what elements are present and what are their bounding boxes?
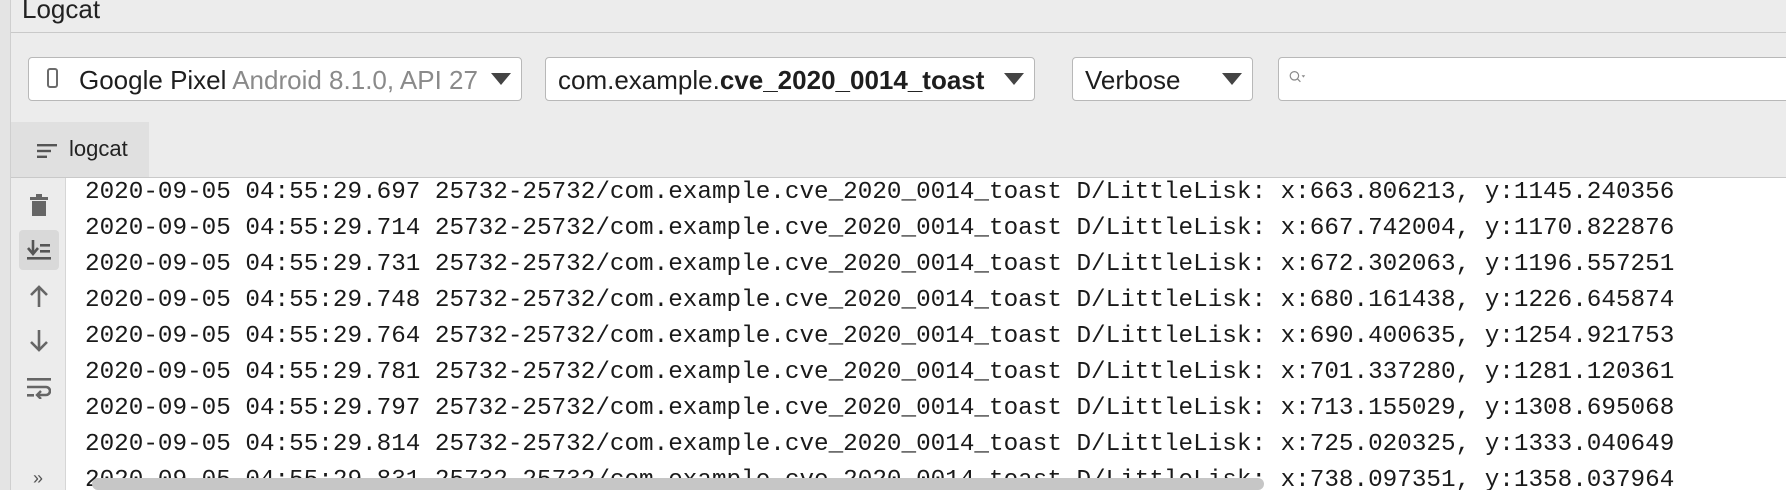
search-field[interactable] — [1278, 57, 1786, 101]
device-selector-label: Google Pixel Android 8.1.0, API 27 — [79, 65, 479, 96]
log-line: 2020-09-05 04:55:29.764 25732-25732/com.… — [85, 323, 1675, 350]
scroll-down-button[interactable] — [19, 321, 59, 361]
device-selector[interactable]: Google Pixel Android 8.1.0, API 27 — [28, 57, 522, 101]
search-icon — [1289, 71, 1306, 83]
tab-strip: logcat — [11, 117, 1786, 178]
window-left-edge — [0, 0, 11, 490]
process-selector-label: com.example.cve_2020_0014_toast — [558, 65, 988, 96]
trash-icon — [30, 194, 48, 216]
chevron-down-icon — [1004, 73, 1024, 85]
tab-logcat[interactable]: logcat — [11, 122, 149, 177]
log-level-selector[interactable]: Verbose — [1072, 57, 1253, 101]
clear-logcat-button[interactable] — [19, 185, 59, 225]
device-detail: Android 8.1.0, API 27 — [232, 65, 478, 95]
side-toolbar: » — [11, 178, 66, 490]
log-line: 2020-09-05 04:55:29.781 25732-25732/com.… — [85, 359, 1675, 386]
logcat-toolbar: Google Pixel Android 8.1.0, API 27 com.e… — [11, 33, 1786, 117]
chevron-down-icon — [1222, 73, 1242, 85]
scroll-to-end-button[interactable] — [19, 230, 59, 270]
package-name: cve_2020_0014_toast — [719, 65, 985, 95]
chevron-down-icon — [491, 73, 511, 85]
log-output[interactable]: 2020-09-05 04:55:29.697 25732-25732/com.… — [66, 178, 1786, 490]
arrow-down-icon — [30, 330, 48, 352]
soft-wrap-icon — [27, 378, 51, 399]
device-name: Google Pixel — [79, 65, 227, 95]
log-lines-icon — [37, 144, 57, 158]
log-line: 2020-09-05 04:55:29.731 25732-25732/com.… — [85, 251, 1675, 278]
package-prefix: com.example. — [558, 65, 720, 95]
log-line: 2020-09-05 04:55:29.797 25732-25732/com.… — [85, 395, 1675, 422]
tool-window-title: Logcat — [22, 0, 101, 24]
log-level-label: Verbose — [1085, 65, 1181, 95]
process-selector[interactable]: com.example.cve_2020_0014_toast — [545, 57, 1035, 101]
arrow-up-icon — [30, 285, 48, 307]
tool-window-title-bar: Logcat — [11, 0, 1786, 33]
more-actions-button[interactable]: » — [33, 468, 43, 489]
scroll-up-button[interactable] — [19, 276, 59, 316]
phone-icon — [47, 68, 58, 88]
log-line: 2020-09-05 04:55:29.748 25732-25732/com.… — [85, 287, 1675, 314]
horizontal-scrollbar[interactable] — [92, 478, 1264, 490]
log-line: 2020-09-05 04:55:29.814 25732-25732/com.… — [85, 431, 1675, 458]
log-line: 2020-09-05 04:55:29.714 25732-25732/com.… — [85, 215, 1675, 242]
soft-wrap-button[interactable] — [19, 367, 59, 407]
tab-logcat-label: logcat — [69, 136, 128, 161]
log-line: 2020-09-05 04:55:29.697 25732-25732/com.… — [85, 179, 1675, 206]
scroll-to-end-icon — [27, 240, 51, 260]
